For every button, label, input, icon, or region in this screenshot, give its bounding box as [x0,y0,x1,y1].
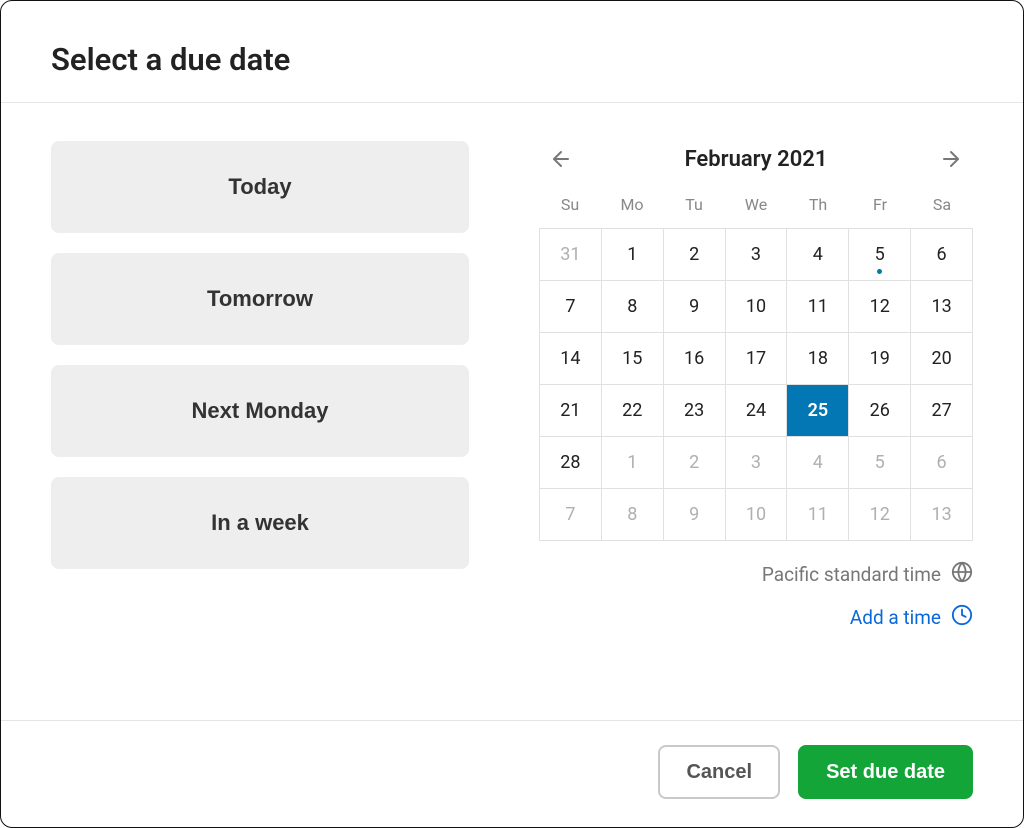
calendar-day[interactable]: 26 [849,385,911,437]
timezone-row[interactable]: Pacific standard time [539,561,973,588]
calendar-day[interactable]: 8 [602,281,664,333]
calendar-day[interactable]: 17 [726,333,788,385]
weekday-label: Sa [911,191,973,222]
calendar-day[interactable]: 8 [602,489,664,541]
arrow-left-icon [549,147,573,171]
set-due-date-button[interactable]: Set due date [798,745,973,799]
calendar-day[interactable]: 15 [602,333,664,385]
calendar-day[interactable]: 7 [540,489,602,541]
calendar-day[interactable]: 3 [726,437,788,489]
calendar-day[interactable]: 16 [664,333,726,385]
calendar-month-label: February 2021 [685,147,828,172]
calendar-day[interactable]: 27 [911,385,973,437]
add-time-label: Add a time [850,606,941,629]
next-month-button[interactable] [933,141,969,177]
calendar-day[interactable]: 7 [540,281,602,333]
due-date-modal: Select a due date Today Tomorrow Next Mo… [0,0,1024,828]
calendar-day[interactable]: 23 [664,385,726,437]
quick-today-button[interactable]: Today [51,141,469,233]
calendar-day[interactable]: 14 [540,333,602,385]
quick-in-a-week-button[interactable]: In a week [51,477,469,569]
globe-icon [951,561,973,588]
arrow-right-icon [939,147,963,171]
calendar-grid: 3112345678910111213141516171819202122232… [539,228,973,541]
calendar-day[interactable]: 22 [602,385,664,437]
calendar-day[interactable]: 20 [911,333,973,385]
calendar-day[interactable]: 12 [849,489,911,541]
calendar-day[interactable]: 21 [540,385,602,437]
calendar-day[interactable]: 5 [849,437,911,489]
calendar-day[interactable]: 10 [726,281,788,333]
calendar-day[interactable]: 18 [787,333,849,385]
modal-footer: Cancel Set due date [1,720,1023,827]
calendar-day[interactable]: 2 [664,437,726,489]
weekday-label: Su [539,191,601,222]
quick-select-column: Today Tomorrow Next Monday In a week [51,141,469,700]
calendar-day[interactable]: 4 [787,437,849,489]
calendar-day[interactable]: 4 [787,229,849,281]
quick-next-monday-button[interactable]: Next Monday [51,365,469,457]
timezone-label: Pacific standard time [762,563,941,586]
calendar-day[interactable]: 1 [602,437,664,489]
calendar-column: February 2021 Su Mo Tu We Th Fr Sa 31123… [539,141,973,700]
calendar-day[interactable]: 6 [911,229,973,281]
clock-icon [951,604,973,631]
calendar-day[interactable]: 1 [602,229,664,281]
calendar-day[interactable]: 2 [664,229,726,281]
calendar-day[interactable]: 13 [911,489,973,541]
calendar-day[interactable]: 3 [726,229,788,281]
weekday-label: Tu [663,191,725,222]
weekday-label: Fr [849,191,911,222]
calendar-day[interactable]: 24 [726,385,788,437]
cancel-button[interactable]: Cancel [658,745,780,799]
calendar-day[interactable]: 25 [787,385,849,437]
calendar-day[interactable]: 5 [849,229,911,281]
calendar-day[interactable]: 9 [664,489,726,541]
add-time-button[interactable]: Add a time [539,604,973,631]
calendar-day[interactable]: 9 [664,281,726,333]
modal-title: Select a due date [51,41,973,78]
quick-tomorrow-button[interactable]: Tomorrow [51,253,469,345]
weekday-label: We [725,191,787,222]
modal-header: Select a due date [1,1,1023,103]
calendar-day[interactable]: 11 [787,281,849,333]
prev-month-button[interactable] [543,141,579,177]
calendar-day[interactable]: 10 [726,489,788,541]
modal-body: Today Tomorrow Next Monday In a week Feb… [1,103,1023,720]
calendar-header: February 2021 [539,141,973,177]
calendar-day[interactable]: 6 [911,437,973,489]
calendar-day[interactable]: 31 [540,229,602,281]
calendar-weekday-row: Su Mo Tu We Th Fr Sa [539,191,973,222]
calendar-day[interactable]: 28 [540,437,602,489]
calendar-day[interactable]: 11 [787,489,849,541]
weekday-label: Th [787,191,849,222]
calendar-day[interactable]: 19 [849,333,911,385]
weekday-label: Mo [601,191,663,222]
calendar-day[interactable]: 13 [911,281,973,333]
calendar-day[interactable]: 12 [849,281,911,333]
